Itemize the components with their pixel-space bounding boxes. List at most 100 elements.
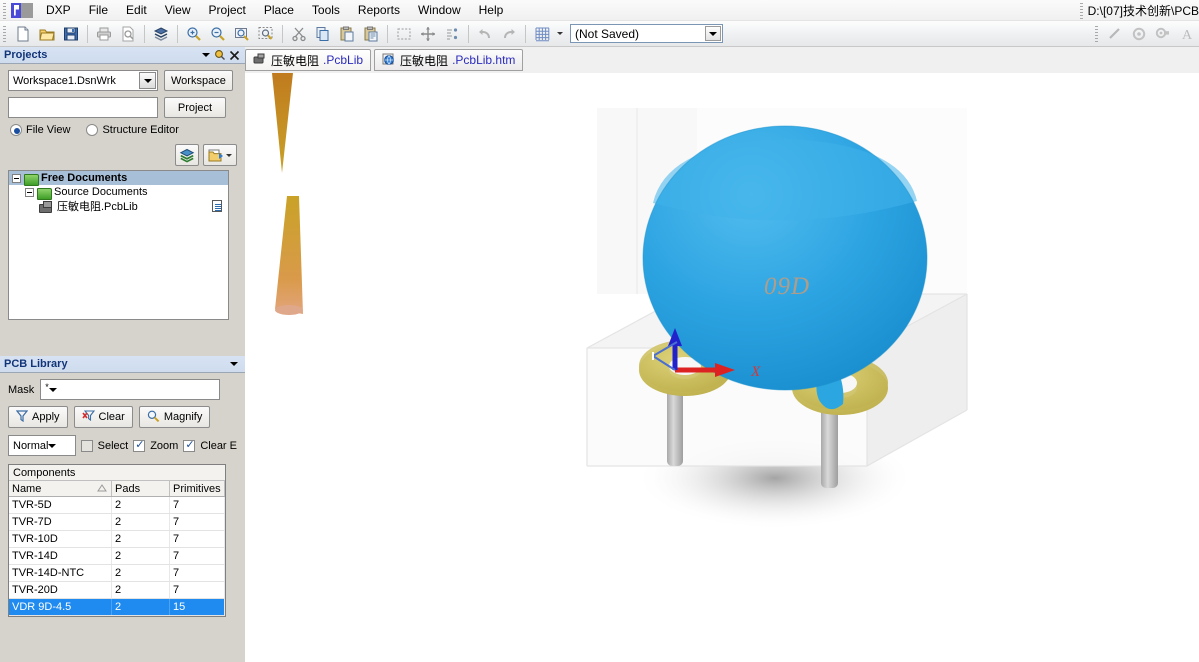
column-header-name-label: Name <box>12 482 42 495</box>
checkbox-select[interactable] <box>80 439 93 452</box>
table-row[interactable]: TVR-14D-NTC 2 7 <box>9 565 225 582</box>
menu-project[interactable]: Project <box>200 1 255 19</box>
cell-pads: 2 <box>112 599 170 615</box>
print-icon[interactable] <box>93 23 115 45</box>
tree-expander-free-documents[interactable] <box>12 173 21 183</box>
menu-tools[interactable]: Tools <box>303 1 349 19</box>
mask-input-value: * <box>45 381 49 392</box>
tree-expander-source-documents[interactable] <box>25 187 34 197</box>
table-row[interactable]: TVR-7D 2 7 <box>9 514 225 531</box>
menu-window[interactable]: Window <box>409 1 470 19</box>
select-mode-combo[interactable]: Normal <box>8 435 76 456</box>
workspace-combo[interactable]: Workspace1.DsnWrk <box>8 70 158 91</box>
menu-dxp[interactable]: DXP <box>37 1 80 19</box>
chevron-down-icon[interactable] <box>199 48 213 62</box>
magnify-button[interactable]: Magnify <box>138 406 211 428</box>
cut-icon[interactable] <box>288 23 310 45</box>
open-project-dropdown-arrow[interactable] <box>226 153 232 157</box>
menubar-gripper[interactable] <box>1 1 9 19</box>
saved-state-combo[interactable]: (Not Saved) <box>570 24 723 43</box>
menu-bar: DXP File Edit View Project Place Tools R… <box>0 0 1199 21</box>
components-grid[interactable]: Components Name Pads Primitives TVR-5D 2… <box>8 464 226 617</box>
close-icon[interactable] <box>227 48 241 62</box>
workspace-button[interactable]: Workspace <box>164 70 233 91</box>
select-mode-arrow[interactable] <box>48 443 57 448</box>
table-row[interactable]: VDR 9D-4.5 2 15 <box>9 599 225 616</box>
text-icon[interactable]: A <box>1176 23 1198 45</box>
zoom-fit-icon[interactable] <box>231 23 253 45</box>
tab-pcblib[interactable]: 压敏电阻 .PcbLib <box>245 49 372 71</box>
line-icon[interactable] <box>1104 23 1126 45</box>
table-row[interactable]: TVR-10D 2 7 <box>9 531 225 548</box>
select-area-icon[interactable] <box>393 23 415 45</box>
align-icon[interactable] <box>441 23 463 45</box>
project-tree[interactable]: Free Documents Source Documents 压敏电阻.Pcb… <box>8 170 229 320</box>
menu-edit[interactable]: Edit <box>117 1 156 19</box>
menu-file[interactable]: File <box>80 1 117 19</box>
project-button-label: Project <box>177 101 213 114</box>
open-folder-icon[interactable] <box>36 23 58 45</box>
radio-structure-editor[interactable] <box>86 124 99 136</box>
radio-file-view[interactable] <box>10 124 22 136</box>
new-document-icon[interactable] <box>12 23 34 45</box>
compile-icon[interactable] <box>175 144 199 166</box>
sort-ascending-icon <box>97 483 107 495</box>
table-row[interactable]: TVR-5D 2 7 <box>9 497 225 514</box>
mask-combo-arrow[interactable] <box>48 387 57 392</box>
redo-icon[interactable] <box>498 23 520 45</box>
column-header-primitives[interactable]: Primitives <box>170 481 225 496</box>
tree-node-free-documents[interactable]: Free Documents <box>9 171 228 186</box>
workspace-combo-arrow[interactable] <box>139 72 156 89</box>
drawing-toolbar-gripper[interactable] <box>1093 25 1101 42</box>
open-project-icon[interactable] <box>203 144 237 166</box>
column-header-pads[interactable]: Pads <box>112 481 170 496</box>
clear-button[interactable]: Clear <box>73 406 133 428</box>
pad-icon[interactable] <box>1152 23 1174 45</box>
mask-input[interactable]: * <box>40 379 221 400</box>
menu-view[interactable]: View <box>156 1 200 19</box>
menu-window-label: Window <box>417 3 461 17</box>
zoom-area-icon[interactable] <box>255 23 277 45</box>
undo-icon[interactable] <box>474 23 496 45</box>
tree-node-source-documents[interactable]: Source Documents <box>9 185 228 200</box>
pathbar-gripper[interactable] <box>1077 1 1086 19</box>
cell-pads: 2 <box>112 565 170 581</box>
checkbox-select-label: Select <box>97 439 129 452</box>
paste-icon[interactable] <box>336 23 358 45</box>
menu-place[interactable]: Place <box>255 1 303 19</box>
project-input[interactable] <box>8 97 158 118</box>
toolbar-gripper[interactable] <box>1 25 9 42</box>
cell-name: VDR 9D-4.5 <box>9 599 112 615</box>
apply-button[interactable]: Apply <box>8 406 68 428</box>
tab-pcblib-name: 压敏电阻 <box>271 53 320 68</box>
print-preview-icon[interactable] <box>117 23 139 45</box>
table-row[interactable]: TVR-20D 2 7 <box>9 582 225 599</box>
checkbox-zoom[interactable] <box>133 439 146 452</box>
zoom-in-icon[interactable] <box>183 23 205 45</box>
board-layers-icon[interactable] <box>150 23 172 45</box>
menu-help[interactable]: Help <box>470 1 513 19</box>
copy-icon[interactable] <box>312 23 334 45</box>
project-button[interactable]: Project <box>164 97 226 118</box>
move-icon[interactable] <box>417 23 439 45</box>
menu-file-label: File <box>88 3 109 17</box>
document-tab-strip: 压敏电阻 .PcbLib 压敏电阻 .PcbLib.htm <box>245 47 1199 73</box>
via-icon[interactable] <box>1128 23 1150 45</box>
grid-icon[interactable] <box>531 23 553 45</box>
pcb-3d-viewport[interactable]: 09D X <box>245 73 1199 662</box>
zoom-out-icon[interactable] <box>207 23 229 45</box>
checkbox-clear-existing[interactable] <box>183 439 196 452</box>
paste-special-icon[interactable] <box>360 23 382 45</box>
tree-node-pcblib[interactable]: 压敏电阻.PcbLib <box>9 199 228 213</box>
clear-button-label: Clear <box>98 411 125 423</box>
grid-dropdown-arrow[interactable] <box>554 23 566 45</box>
filter-button-row: Apply Clear Magnify <box>8 406 237 428</box>
saved-state-combo-arrow[interactable] <box>705 26 721 41</box>
pin-icon[interactable] <box>213 48 227 62</box>
chevron-down-icon[interactable] <box>227 357 241 371</box>
menu-reports[interactable]: Reports <box>349 1 409 19</box>
save-icon[interactable] <box>60 23 82 45</box>
table-row[interactable]: TVR-14D 2 7 <box>9 548 225 565</box>
tab-pcblib-html[interactable]: 压敏电阻 .PcbLib.htm <box>374 49 524 71</box>
column-header-name[interactable]: Name <box>9 481 112 496</box>
